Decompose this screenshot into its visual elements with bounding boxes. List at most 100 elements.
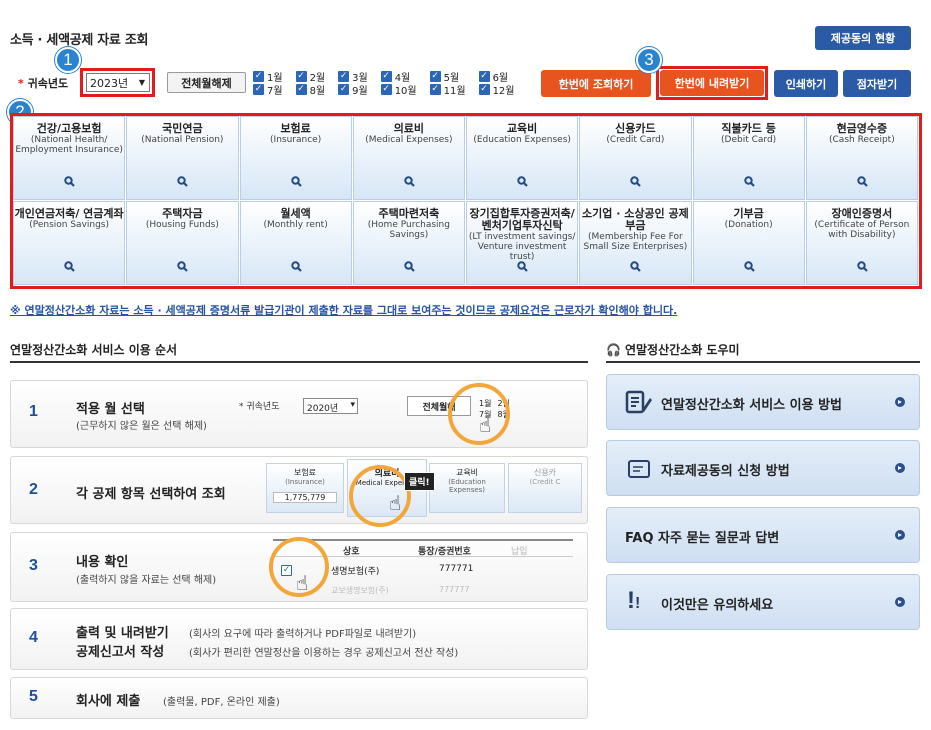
- search-icon[interactable]: [743, 261, 755, 272]
- checkbox-icon[interactable]: ✓: [253, 83, 264, 95]
- helper-section-title-text: 연말정산간소화 도우미: [624, 343, 740, 357]
- provider-status-button[interactable]: 제공동의 현황: [815, 26, 911, 50]
- search-icon[interactable]: [404, 176, 415, 187]
- illustration-card-title: 교육비: [455, 468, 479, 477]
- search-icon[interactable]: [177, 261, 189, 272]
- checkbox-icon[interactable]: ✓: [380, 70, 392, 82]
- category-item[interactable]: 교육비 (Education Expenses): [466, 116, 579, 200]
- category-item[interactable]: 개인연금저축/ 연금계좌 (Pension Savings): [13, 201, 126, 285]
- search-icon[interactable]: [404, 261, 415, 272]
- category-item[interactable]: 주택마련저축 (Home Purchasing Savings): [352, 201, 465, 285]
- notice-link[interactable]: ※ 연말정산간소화 자료는 소득 · 세액공제 증명서류 발급기관이 제출한 자…: [10, 302, 677, 318]
- month-checkbox[interactable]: ✓ 7월: [253, 83, 283, 97]
- month-checkbox[interactable]: ✓ 2월: [295, 70, 325, 84]
- helper-consent-guide[interactable]: 자료제공동의 신청 방법: [606, 440, 920, 496]
- month-checkbox[interactable]: ✓ 12월: [478, 83, 515, 97]
- category-subtitle: (Donation): [724, 220, 773, 230]
- month-checkbox[interactable]: ✓ 5월: [429, 70, 466, 84]
- checkbox-icon[interactable]: ✓: [338, 83, 350, 95]
- category-item[interactable]: 보험료 (Insurance): [239, 116, 352, 200]
- category-title: 건강/고용보험: [36, 122, 102, 135]
- checkbox-icon[interactable]: ✓: [295, 83, 307, 95]
- category-title: 보험료: [280, 122, 311, 135]
- download-all-button[interactable]: 한번에 내려받기: [660, 70, 764, 96]
- category-item[interactable]: 의료비 (Medical Expenses): [352, 116, 465, 200]
- month-checkbox[interactable]: ✓ 3월: [338, 70, 368, 84]
- search-icon[interactable]: [743, 176, 755, 187]
- checkbox-icon[interactable]: ✓: [338, 70, 350, 82]
- month-label: 8월: [309, 85, 326, 97]
- category-subtitle: (National Pension): [141, 135, 224, 145]
- category-item[interactable]: 국민연금 (National Pension): [126, 116, 239, 200]
- category-item[interactable]: 장기집합투자증권저축/ 벤처기업투자신탁 (LT investment savin…: [466, 201, 579, 285]
- month-label: 10월: [394, 85, 417, 97]
- document-icon: [628, 460, 650, 478]
- month-checkbox[interactable]: ✓ 1월: [253, 70, 283, 84]
- illustration-card-credit: 신용카 (Credit C: [508, 463, 582, 513]
- month-checkbox[interactable]: ✓ 10월: [380, 83, 417, 97]
- checkbox-icon[interactable]: ✓: [478, 70, 490, 82]
- checkbox-icon[interactable]: ✓: [429, 70, 441, 82]
- step-number: 5: [29, 688, 38, 705]
- category-subtitle: (Education Expenses): [473, 135, 571, 145]
- category-item[interactable]: 소기업 · 소상공인 공제부금 (Membership Fee For Small…: [579, 201, 692, 285]
- month-checkbox[interactable]: ✓ 9월: [338, 83, 368, 97]
- search-all-button[interactable]: 한번에 조회하기: [541, 70, 651, 97]
- helper-caution[interactable]: !! 이것만은 유의하세요: [606, 574, 920, 630]
- step-title: 회사에 제출: [76, 694, 141, 709]
- illustration-card-education: 교육비 (Education Expenses): [429, 463, 505, 513]
- month-label: 7월: [267, 85, 283, 97]
- search-icon[interactable]: [290, 176, 302, 187]
- category-grid: 건강/고용보험 (National Health/ Employment Insu…: [13, 116, 919, 286]
- print-button[interactable]: 인쇄하기: [774, 70, 838, 97]
- month-column: ✓ 6월 ✓ 12월: [478, 70, 515, 97]
- category-subtitle: (Certificate of Person with Disability): [814, 220, 910, 240]
- search-icon[interactable]: [857, 261, 868, 272]
- search-icon[interactable]: [517, 176, 528, 187]
- search-icon[interactable]: [290, 261, 302, 272]
- category-item[interactable]: 직불카드 등 (Debit Card): [692, 116, 805, 200]
- checkbox-icon[interactable]: ✓: [295, 70, 307, 82]
- year-select[interactable]: 2023년 ▼: [86, 73, 150, 92]
- search-icon[interactable]: [64, 261, 75, 272]
- month-checkbox[interactable]: ✓ 6월: [478, 70, 515, 84]
- helper-faq[interactable]: FAQ 자주 묻는 질문과 답변: [606, 507, 920, 563]
- illustration-card-subtitle: (Education Expenses): [448, 478, 486, 494]
- steps-section-title: 연말정산간소화 서비스 이용 순서: [10, 343, 178, 357]
- checkbox-icon[interactable]: ✓: [380, 83, 392, 95]
- search-icon[interactable]: [517, 261, 528, 272]
- illustration-row-name: 생명보험(주): [331, 567, 380, 577]
- step-subtitle-secondary: (회사가 편리한 연말정산을 이용하는 경우 공제신고서 전산 작성): [189, 648, 459, 659]
- category-title: 월세액: [280, 207, 311, 220]
- search-icon[interactable]: [630, 261, 642, 272]
- helper-label: 자료제공동의 신청 방법: [661, 464, 790, 479]
- category-title: 주택자금: [162, 207, 203, 220]
- search-icon[interactable]: [630, 176, 642, 187]
- step-subtitle: (회사의 요구에 따라 출력하거나 PDF파일로 내려받기): [189, 629, 417, 640]
- category-item[interactable]: 장애인증명서 (Certificate of Person with Disabi…: [805, 201, 918, 285]
- category-item[interactable]: 주택자금 (Housing Funds): [126, 201, 239, 285]
- checkbox-icon[interactable]: ✓: [478, 83, 490, 95]
- checkbox-icon[interactable]: ✓: [429, 83, 441, 95]
- month-checkbox[interactable]: ✓ 8월: [295, 83, 326, 97]
- braille-button[interactable]: 점자받기: [843, 70, 911, 97]
- step-number: 3: [29, 557, 38, 574]
- checkbox-icon[interactable]: ✓: [253, 70, 264, 82]
- toggle-all-months-button[interactable]: 전체월해제: [167, 72, 246, 93]
- month-column: ✓ 4월 ✓ 10월: [380, 70, 417, 97]
- category-item[interactable]: 기부금 (Donation): [692, 201, 805, 285]
- search-icon[interactable]: [857, 176, 868, 187]
- helper-usage-guide[interactable]: 연말정산간소화 서비스 이용 방법: [606, 374, 920, 430]
- category-item[interactable]: 신용카드 (Credit Card): [579, 116, 692, 200]
- category-item[interactable]: 월세액 (Monthly rent): [239, 201, 352, 285]
- month-checkbox[interactable]: ✓ 4월: [380, 70, 417, 84]
- category-subtitle: (Monthly rent): [263, 220, 328, 230]
- month-checkbox[interactable]: ✓ 11월: [429, 83, 466, 97]
- illustration-card-title: 신용카: [533, 468, 557, 477]
- chevron-down-icon: ▼: [138, 78, 145, 87]
- search-icon[interactable]: [64, 176, 75, 187]
- month-column: ✓ 2월 ✓ 8월: [295, 70, 326, 97]
- category-item[interactable]: 건강/고용보험 (National Health/ Employment Insu…: [13, 116, 126, 200]
- search-icon[interactable]: [177, 176, 189, 187]
- category-item[interactable]: 현금영수증 (Cash Receipt): [805, 116, 918, 200]
